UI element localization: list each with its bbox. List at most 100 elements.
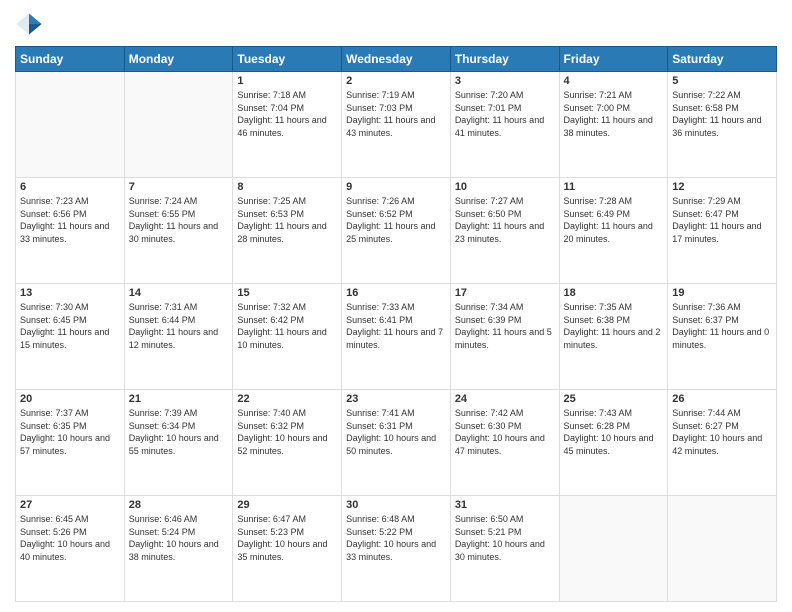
calendar-day-header: Friday: [559, 47, 668, 72]
calendar-day-header: Wednesday: [342, 47, 451, 72]
day-number: 2: [346, 75, 446, 87]
cell-content: Sunrise: 7:26 AM Sunset: 6:52 PM Dayligh…: [346, 195, 446, 245]
calendar-cell: 29Sunrise: 6:47 AM Sunset: 5:23 PM Dayli…: [233, 496, 342, 602]
calendar-cell: 10 Sunrise: 7:27 AM Sunset: 6:50 PM Dayli…: [450, 178, 559, 284]
calendar-cell: 9 Sunrise: 7:26 AM Sunset: 6:52 PM Daylig…: [342, 178, 451, 284]
day-number: 23: [346, 393, 446, 405]
day-number: 24: [455, 393, 555, 405]
day-number: 4: [564, 75, 664, 87]
calendar-cell: 19Sunrise: 7:36 AM Sunset: 6:37 PM Dayli…: [668, 284, 777, 390]
calendar-cell: 4 Sunrise: 7:21 AM Sunset: 7:00 PM Daylig…: [559, 72, 668, 178]
day-number: 20: [20, 393, 120, 405]
cell-content: Sunrise: 7:44 AM Sunset: 6:27 PM Dayligh…: [672, 407, 772, 457]
cell-content: Sunrise: 7:27 AM Sunset: 6:50 PM Dayligh…: [455, 195, 555, 245]
calendar-cell: 30 Sunrise: 6:48 AM Sunset: 5:22 PM Dayli…: [342, 496, 451, 602]
day-number: 14: [129, 287, 229, 299]
day-number: 16: [346, 287, 446, 299]
calendar-cell: 28Sunrise: 6:46 AM Sunset: 5:24 PM Dayli…: [124, 496, 233, 602]
calendar-table: SundayMondayTuesdayWednesdayThursdayFrid…: [15, 46, 777, 602]
calendar-week-row: 27Sunrise: 6:45 AM Sunset: 5:26 PM Dayli…: [16, 496, 777, 602]
calendar-cell: 27Sunrise: 6:45 AM Sunset: 5:26 PM Dayli…: [16, 496, 125, 602]
calendar-day-header: Saturday: [668, 47, 777, 72]
calendar-cell: 25 Sunrise: 7:43 AM Sunset: 6:28 PM Dayli…: [559, 390, 668, 496]
calendar-cell: 14 Sunrise: 7:31 AM Sunset: 6:44 PM Dayli…: [124, 284, 233, 390]
calendar-cell: 12 Sunrise: 7:29 AM Sunset: 6:47 PM Dayli…: [668, 178, 777, 284]
cell-content: Sunrise: 7:36 AM Sunset: 6:37 PM Dayligh…: [672, 301, 772, 351]
day-number: 10: [455, 181, 555, 193]
day-number: 27: [20, 499, 120, 511]
day-number: 26: [672, 393, 772, 405]
cell-content: Sunrise: 7:29 AM Sunset: 6:47 PM Dayligh…: [672, 195, 772, 245]
cell-content: Sunrise: 7:18 AM Sunset: 7:04 PM Dayligh…: [237, 89, 337, 139]
calendar-cell: 6 Sunrise: 7:23 AM Sunset: 6:56 PM Daylig…: [16, 178, 125, 284]
calendar-week-row: 20 Sunrise: 7:37 AM Sunset: 6:35 PM Dayli…: [16, 390, 777, 496]
cell-content: Sunrise: 7:42 AM Sunset: 6:30 PM Dayligh…: [455, 407, 555, 457]
cell-content: Sunrise: 7:31 AM Sunset: 6:44 PM Dayligh…: [129, 301, 229, 351]
calendar-cell: 17Sunrise: 7:34 AM Sunset: 6:39 PM Dayli…: [450, 284, 559, 390]
calendar-cell: 15 Sunrise: 7:32 AM Sunset: 6:42 PM Dayli…: [233, 284, 342, 390]
cell-content: Sunrise: 7:40 AM Sunset: 6:32 PM Dayligh…: [237, 407, 337, 457]
calendar-day-header: Monday: [124, 47, 233, 72]
day-number: 5: [672, 75, 772, 87]
calendar-day-header: Thursday: [450, 47, 559, 72]
calendar-day-header: Sunday: [16, 47, 125, 72]
calendar-cell: 11 Sunrise: 7:28 AM Sunset: 6:49 PM Dayli…: [559, 178, 668, 284]
calendar-cell: 7 Sunrise: 7:24 AM Sunset: 6:55 PM Daylig…: [124, 178, 233, 284]
calendar-cell: 16Sunrise: 7:33 AM Sunset: 6:41 PM Dayli…: [342, 284, 451, 390]
day-number: 17: [455, 287, 555, 299]
calendar-cell: 24 Sunrise: 7:42 AM Sunset: 6:30 PM Dayli…: [450, 390, 559, 496]
calendar-cell: 5 Sunrise: 7:22 AM Sunset: 6:58 PM Daylig…: [668, 72, 777, 178]
day-number: 30: [346, 499, 446, 511]
cell-content: Sunrise: 7:35 AM Sunset: 6:38 PM Dayligh…: [564, 301, 664, 351]
cell-content: Sunrise: 7:24 AM Sunset: 6:55 PM Dayligh…: [129, 195, 229, 245]
day-number: 29: [237, 499, 337, 511]
calendar-header-row: SundayMondayTuesdayWednesdayThursdayFrid…: [16, 47, 777, 72]
calendar-cell: 1 Sunrise: 7:18 AM Sunset: 7:04 PM Daylig…: [233, 72, 342, 178]
calendar-cell: 21 Sunrise: 7:39 AM Sunset: 6:34 PM Dayli…: [124, 390, 233, 496]
calendar-week-row: 13 Sunrise: 7:30 AM Sunset: 6:45 PM Dayli…: [16, 284, 777, 390]
calendar-cell: 13 Sunrise: 7:30 AM Sunset: 6:45 PM Dayli…: [16, 284, 125, 390]
day-number: 21: [129, 393, 229, 405]
cell-content: Sunrise: 7:22 AM Sunset: 6:58 PM Dayligh…: [672, 89, 772, 139]
calendar-cell: 26 Sunrise: 7:44 AM Sunset: 6:27 PM Dayli…: [668, 390, 777, 496]
page: SundayMondayTuesdayWednesdayThursdayFrid…: [0, 0, 792, 612]
day-number: 11: [564, 181, 664, 193]
day-number: 6: [20, 181, 120, 193]
calendar-week-row: 6 Sunrise: 7:23 AM Sunset: 6:56 PM Daylig…: [16, 178, 777, 284]
cell-content: Sunrise: 6:48 AM Sunset: 5:22 PM Dayligh…: [346, 513, 446, 563]
day-number: 15: [237, 287, 337, 299]
logo-icon: [15, 10, 43, 38]
cell-content: Sunrise: 7:43 AM Sunset: 6:28 PM Dayligh…: [564, 407, 664, 457]
day-number: 25: [564, 393, 664, 405]
cell-content: Sunrise: 7:23 AM Sunset: 6:56 PM Dayligh…: [20, 195, 120, 245]
calendar-day-header: Tuesday: [233, 47, 342, 72]
calendar-cell: 22 Sunrise: 7:40 AM Sunset: 6:32 PM Dayli…: [233, 390, 342, 496]
day-number: 13: [20, 287, 120, 299]
day-number: 7: [129, 181, 229, 193]
cell-content: Sunrise: 7:20 AM Sunset: 7:01 PM Dayligh…: [455, 89, 555, 139]
calendar-cell: 18Sunrise: 7:35 AM Sunset: 6:38 PM Dayli…: [559, 284, 668, 390]
day-number: 9: [346, 181, 446, 193]
calendar-cell: [16, 72, 125, 178]
cell-content: Sunrise: 7:39 AM Sunset: 6:34 PM Dayligh…: [129, 407, 229, 457]
cell-content: Sunrise: 7:37 AM Sunset: 6:35 PM Dayligh…: [20, 407, 120, 457]
cell-content: Sunrise: 7:28 AM Sunset: 6:49 PM Dayligh…: [564, 195, 664, 245]
day-number: 31: [455, 499, 555, 511]
cell-content: Sunrise: 7:41 AM Sunset: 6:31 PM Dayligh…: [346, 407, 446, 457]
day-number: 1: [237, 75, 337, 87]
calendar-cell: [559, 496, 668, 602]
day-number: 22: [237, 393, 337, 405]
day-number: 3: [455, 75, 555, 87]
cell-content: Sunrise: 7:21 AM Sunset: 7:00 PM Dayligh…: [564, 89, 664, 139]
calendar-week-row: 1 Sunrise: 7:18 AM Sunset: 7:04 PM Daylig…: [16, 72, 777, 178]
cell-content: Sunrise: 7:19 AM Sunset: 7:03 PM Dayligh…: [346, 89, 446, 139]
day-number: 12: [672, 181, 772, 193]
cell-content: Sunrise: 7:32 AM Sunset: 6:42 PM Dayligh…: [237, 301, 337, 351]
day-number: 8: [237, 181, 337, 193]
calendar-cell: [124, 72, 233, 178]
calendar-cell: 31Sunrise: 6:50 AM Sunset: 5:21 PM Dayli…: [450, 496, 559, 602]
cell-content: Sunrise: 7:25 AM Sunset: 6:53 PM Dayligh…: [237, 195, 337, 245]
header: [15, 10, 777, 38]
calendar-cell: [668, 496, 777, 602]
cell-content: Sunrise: 7:30 AM Sunset: 6:45 PM Dayligh…: [20, 301, 120, 351]
